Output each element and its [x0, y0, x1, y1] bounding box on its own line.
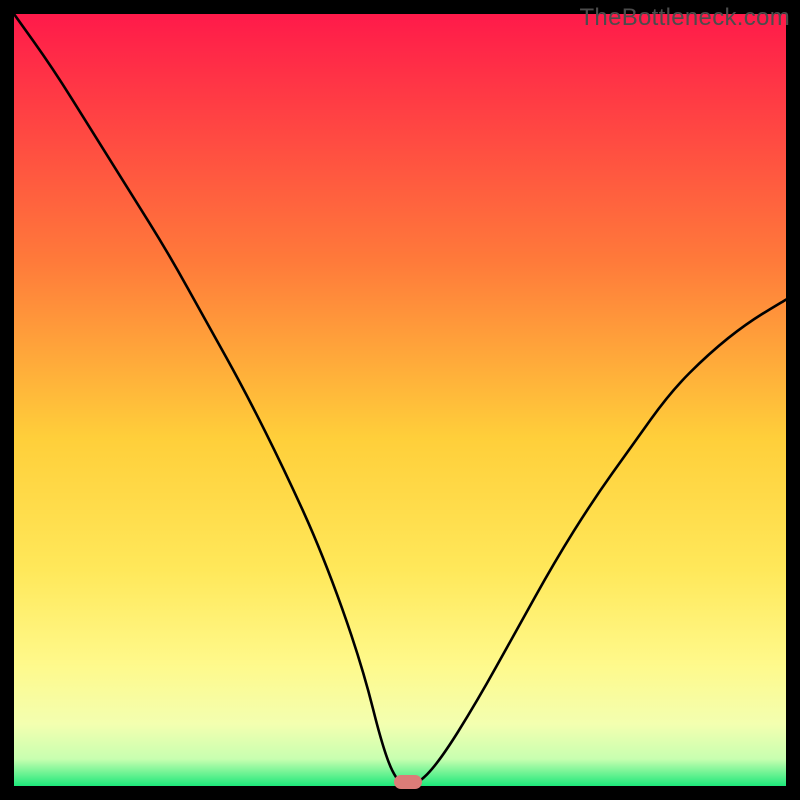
optimal-marker: [394, 775, 422, 789]
chart-frame: TheBottleneck.com: [0, 0, 800, 800]
chart-svg: [14, 14, 786, 786]
plot-area: [14, 14, 786, 786]
watermark-text: TheBottleneck.com: [579, 4, 790, 32]
gradient-background: [14, 14, 786, 786]
